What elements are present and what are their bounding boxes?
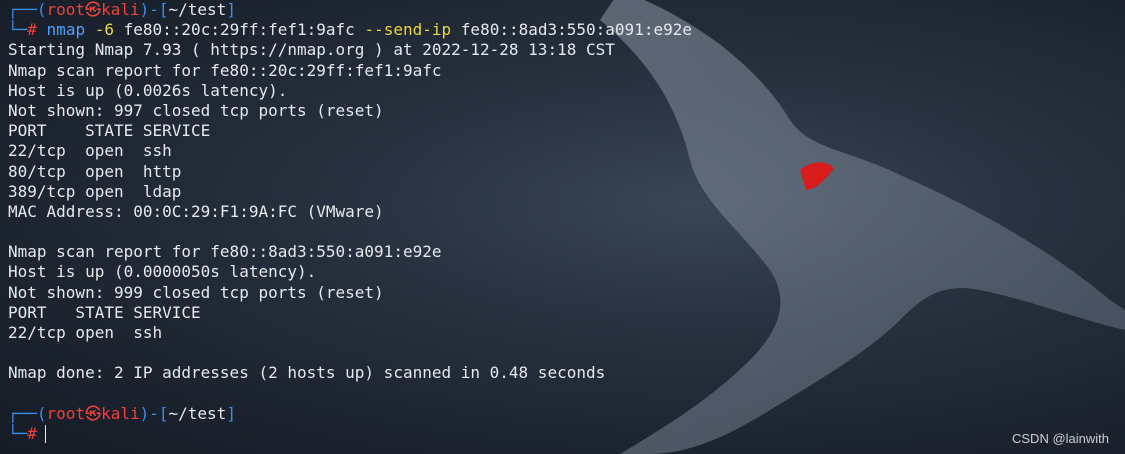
dragon-eye bbox=[800, 162, 834, 190]
output-line: Nmap scan report for fe80::20c:29ff:fef1… bbox=[8, 60, 442, 80]
command-arg: fe80::8ad3:550:a091:e92e bbox=[460, 20, 692, 40]
output-line: MAC Address: 00:0C:29:F1:9A:FC (VMware) bbox=[8, 201, 384, 221]
prompt-frame: └─ bbox=[8, 423, 28, 443]
output-line: Nmap scan report for fe80::8ad3:550:a091… bbox=[8, 242, 442, 262]
prompt-frame: )-[ bbox=[139, 0, 169, 19]
output-line: 22/tcp open ssh bbox=[8, 323, 163, 342]
output-line: Nmap done: 2 IP addresses (2 hosts up) s… bbox=[8, 363, 606, 383]
command-program: nmap bbox=[46, 20, 86, 40]
prompt-frame: ┌──( bbox=[8, 0, 47, 19]
prompt-hash: # bbox=[27, 423, 37, 443]
output-line: Starting Nmap 7.93 ( https://nmap.org ) … bbox=[8, 40, 615, 60]
prompt-user: root bbox=[46, 0, 86, 19]
command-line: └─# nmap -6 fe80::20c:29ff:fef1:9afc --s… bbox=[8, 20, 692, 40]
prompt-top-line: ┌──(root㉿kali)-[~/test] bbox=[8, 404, 692, 424]
prompt-user: root bbox=[46, 403, 86, 423]
command-line-active[interactable]: └─# bbox=[8, 424, 692, 444]
output-line: Not shown: 997 closed tcp ports (reset) bbox=[8, 100, 384, 120]
prompt-frame: ] bbox=[226, 403, 236, 423]
prompt-frame: ┌──( bbox=[8, 403, 47, 423]
output-line: PORT STATE SERVICE bbox=[8, 302, 201, 322]
output-line: Host is up (0.0000050s latency). bbox=[8, 262, 317, 282]
output-line: Host is up (0.0026s latency). bbox=[8, 80, 288, 100]
prompt-frame: )-[ bbox=[139, 403, 169, 423]
watermark: CSDN @lainwith bbox=[1012, 431, 1109, 446]
text-cursor bbox=[44, 425, 46, 444]
prompt-top-line: ┌──(root㉿kali)-[~/test] bbox=[8, 0, 692, 20]
output-line: 22/tcp open ssh bbox=[8, 141, 172, 161]
prompt-path: ~/test bbox=[168, 403, 227, 423]
output-line: 389/tcp open ldap bbox=[8, 181, 182, 201]
prompt-path: ~/test bbox=[168, 0, 227, 19]
prompt-host: kali bbox=[101, 403, 140, 423]
command-flag: --send-ip bbox=[364, 20, 452, 40]
output-line: PORT STATE SERVICE bbox=[8, 121, 211, 141]
command-arg: fe80::20c:29ff:fef1:9afc bbox=[123, 20, 355, 40]
terminal-window[interactable]: ┌──(root㉿kali)-[~/test] └─# nmap -6 fe80… bbox=[0, 0, 1125, 454]
output-line: Not shown: 999 closed tcp ports (reset) bbox=[8, 282, 384, 302]
prompt-at-icon: ㉿ bbox=[85, 0, 102, 19]
prompt-frame: ] bbox=[226, 0, 236, 19]
prompt-at-icon: ㉿ bbox=[85, 403, 102, 423]
command-flag: -6 bbox=[94, 20, 114, 40]
output-line: 80/tcp open http bbox=[8, 161, 182, 181]
prompt-hash: # bbox=[27, 20, 37, 40]
prompt-host: kali bbox=[101, 0, 140, 19]
prompt-frame: └─ bbox=[8, 20, 28, 40]
